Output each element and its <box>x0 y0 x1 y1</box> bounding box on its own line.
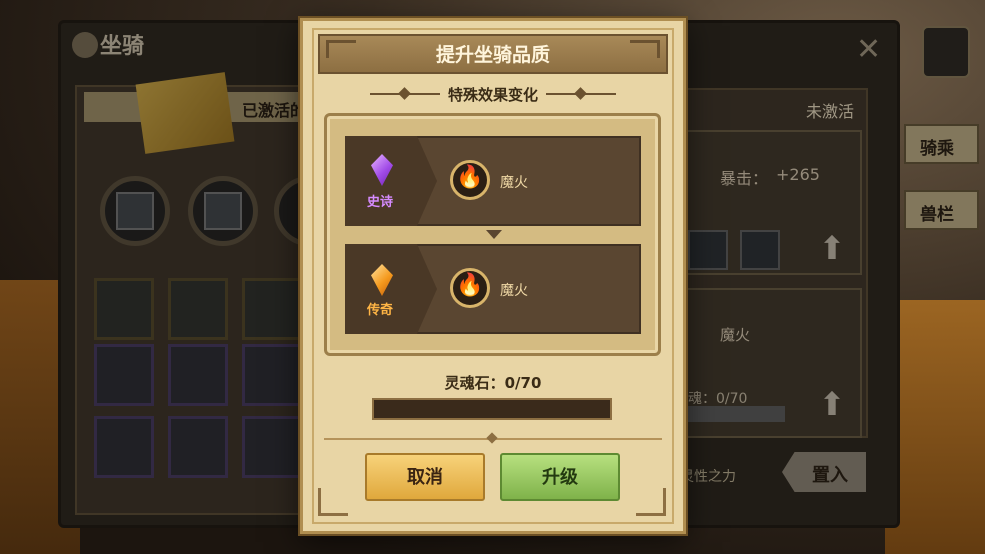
corner-ornament-icon <box>318 488 348 516</box>
dialog-subtitle: 特殊效果变化 <box>447 86 538 104</box>
mount-slot-icon <box>116 192 154 230</box>
activated-header-label: 已激活的 <box>242 101 307 120</box>
next-effect-label: 魔火 <box>500 283 528 299</box>
banner-decoration <box>135 72 235 154</box>
mount-thumb[interactable] <box>688 230 728 270</box>
mount-card[interactable] <box>242 344 302 406</box>
mount-card[interactable] <box>168 344 228 406</box>
inactive-header-label: 未激活 <box>806 102 855 121</box>
mount-card[interactable] <box>242 278 302 340</box>
fire-glyph-icon: 🔥 <box>456 165 484 190</box>
mount-card[interactable] <box>168 416 228 478</box>
trait-label: 灵性之力 <box>680 469 736 485</box>
mount-card[interactable] <box>94 344 154 406</box>
mount-card[interactable] <box>94 416 154 478</box>
upgrade-arrow-icon[interactable]: ⬆ <box>812 228 852 268</box>
crit-stat-label: 暴击： <box>720 169 769 188</box>
soul-bar <box>685 406 785 422</box>
upgrade-arrow-icon[interactable]: ⬆ <box>812 384 852 424</box>
mount-card[interactable] <box>242 416 302 478</box>
dialog-title: 提升坐骑品质 <box>435 44 550 66</box>
current-rarity-label: 史诗 <box>367 195 394 210</box>
mount-window-title: 坐骑 <box>100 34 145 59</box>
upgrade-button[interactable]: 升级 <box>500 453 620 501</box>
mount-card[interactable] <box>94 278 154 340</box>
next-rarity-label: 传奇 <box>367 303 394 318</box>
tab-ride-label: 骑乘 <box>920 139 954 159</box>
soul-stone-label: 灵魂石：0/70 <box>444 374 542 392</box>
tab-stable-label: 兽栏 <box>920 205 954 225</box>
background-grass-right <box>885 300 985 554</box>
place-button-label: 置入 <box>812 465 848 486</box>
effect-label: 魔火 <box>720 326 751 344</box>
down-arrow-icon <box>486 230 502 239</box>
corner-ornament-icon <box>636 488 666 516</box>
mount-card[interactable] <box>168 278 228 340</box>
mount-slot-icon <box>204 192 242 230</box>
soul-count-label: 魂：0/70 <box>688 391 748 407</box>
current-effect-label: 魔火 <box>500 175 528 191</box>
cancel-button[interactable]: 取消 <box>365 453 485 501</box>
close-icon[interactable]: ✕ <box>856 32 881 67</box>
mount-thumb[interactable] <box>740 230 780 270</box>
fire-glyph-icon: 🔥 <box>456 273 484 298</box>
soul-stone-bar <box>372 398 612 420</box>
book-icon[interactable] <box>922 26 970 78</box>
mount-head-icon <box>72 32 98 58</box>
crit-stat-value: +265 <box>776 165 820 184</box>
